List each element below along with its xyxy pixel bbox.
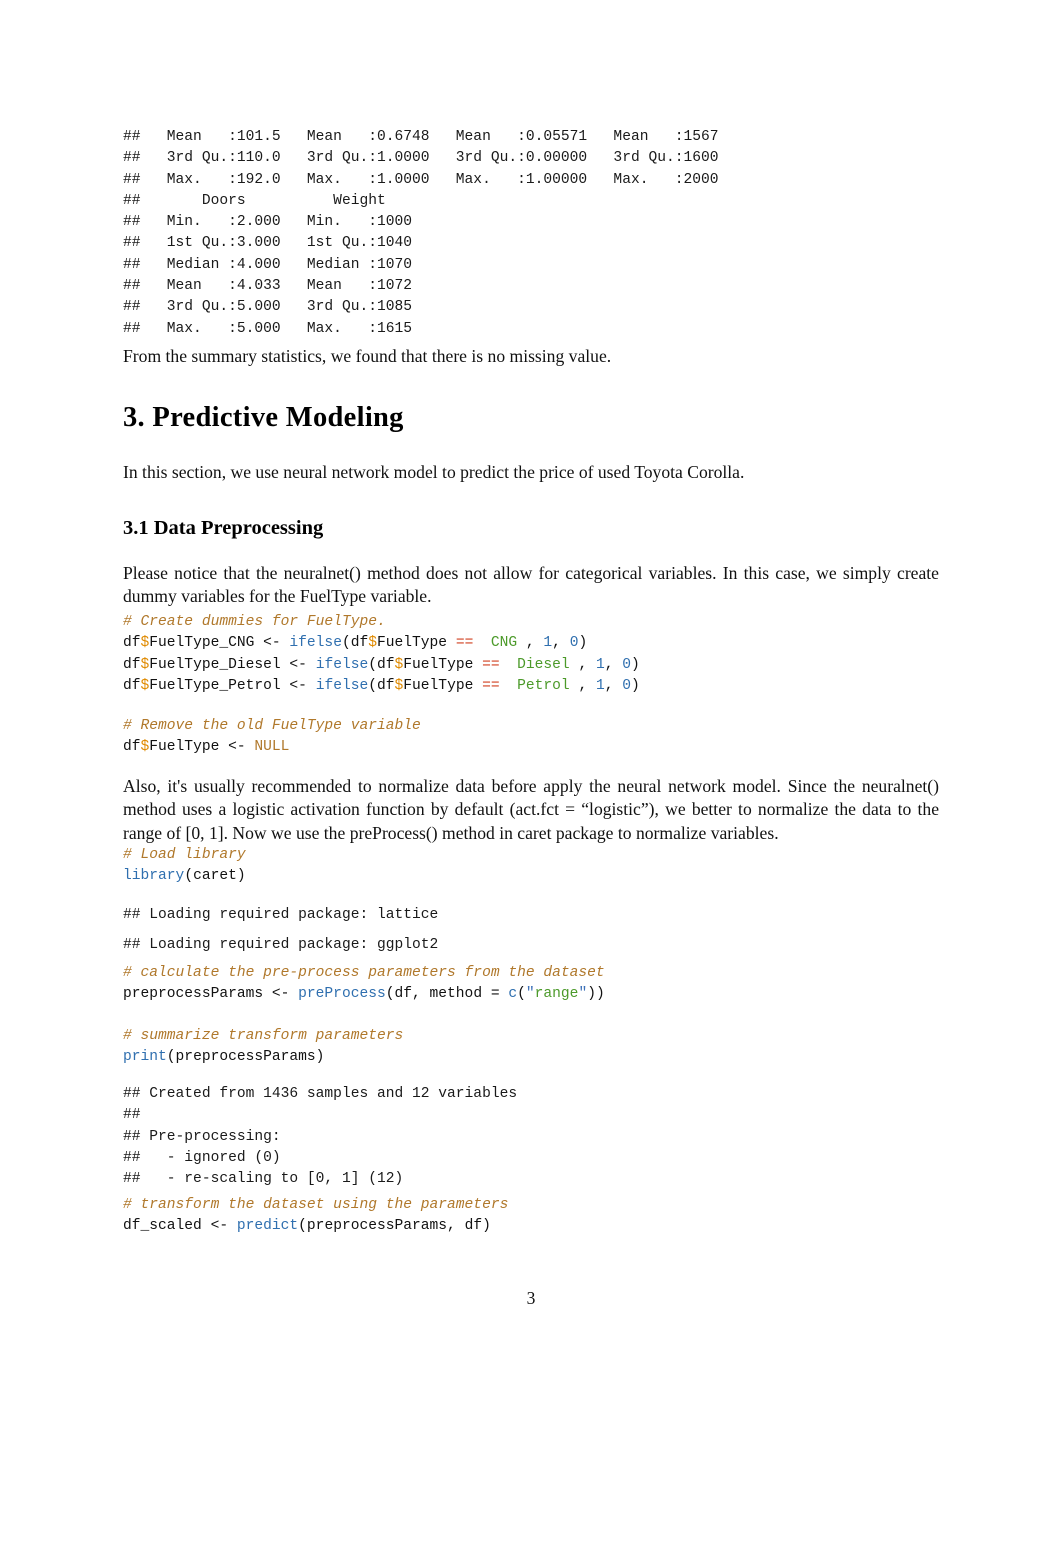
code-block-remove-fueltype: # Remove the old FuelType variable df$Fu… [123,716,421,759]
code-function: ifelse [289,635,342,652]
code-quote: " [525,986,535,1003]
code-function: predict [236,1218,299,1235]
dollar-operator: $ [140,677,150,694]
code-number: 1 [595,677,605,694]
code-token: FuelType [403,677,483,694]
code-block-load-library: # Load library library(caret) [123,845,246,888]
output-preprocess-summary: ## Created from 1436 samples and 12 vari… [123,1086,518,1188]
code-token: , [578,677,596,694]
code-token: df [123,635,141,652]
equality-operator: == [482,656,500,673]
code-token: , [604,656,623,673]
code-token: = [482,986,509,1003]
heading-section-3-1: 3.1 Data Preprocessing [123,517,324,539]
dollar-operator: $ [394,677,404,694]
code-function: c [508,986,518,1003]
code-function: print [123,1049,167,1066]
equality-operator: == [482,677,500,694]
code-token: (preprocessParams) [166,1049,325,1066]
code-token: FuelType_Petrol [149,677,281,694]
code-token: , [578,656,596,673]
code-string: CNG [473,635,526,652]
paragraph-section-intro: In this section, we use neural network m… [123,462,745,482]
output-loading-ggplot2: ## Loading required package: ggplot2 [123,937,439,953]
code-string: Diesel [499,656,579,673]
code-token: )) [587,986,605,1003]
summary-statistics-output: ## Mean :101.5 Mean :0.6748 Mean :0.0557… [123,129,719,337]
code-string: Petrol [499,677,579,694]
dollar-operator: $ [140,739,150,756]
heading-section-3: 3. Predictive Modeling [123,402,404,433]
code-token: , [552,635,570,652]
code-token: ) [631,656,640,673]
code-comment: # summarize transform parameters [123,1028,404,1044]
code-token: (df [341,635,369,652]
code-number: 0 [622,656,632,673]
dollar-operator: $ [140,635,150,652]
code-token: FuelType [149,739,220,756]
paragraph-no-missing-value: From the summary statistics, we found th… [123,346,612,366]
dollar-operator: $ [368,635,377,652]
code-function: library [123,868,185,885]
code-token: , [604,677,623,694]
code-quote: " [578,986,588,1003]
code-token: (df, [385,986,430,1003]
code-token: ) [631,677,640,694]
code-token: df [123,739,141,756]
code-comment: # calculate the pre-process parameters f… [123,965,605,981]
code-token: df_scaled <- [123,1218,237,1235]
code-token: <- [280,656,316,673]
code-token: FuelType [377,635,456,652]
code-token: (caret) [184,868,246,885]
code-token: (df [368,656,395,673]
code-function: preProcess [298,986,386,1003]
code-token: <- [219,739,255,756]
code-token: df [123,677,141,694]
equality-operator: == [455,635,474,652]
code-token: <- [254,635,290,652]
code-comment: # Load library [123,847,246,863]
dollar-operator: $ [140,656,150,673]
paragraph-normalize-note: Also, it's usually recommended to normal… [123,776,939,843]
code-token: (df [368,677,395,694]
code-comment: # Create dummies for FuelType. [123,614,386,630]
code-token: FuelType [403,656,483,673]
code-token: FuelType_CNG [149,635,255,652]
code-block-preprocess-params: # calculate the pre-process parameters f… [123,963,605,1006]
code-function: ifelse [315,656,369,673]
code-number: 1 [543,635,553,652]
output-loading-lattice: ## Loading required package: lattice [123,907,439,923]
code-token: (preprocessParams, df) [298,1218,491,1235]
code-token: ( [517,986,526,1003]
code-number: 1 [595,656,605,673]
dollar-operator: $ [394,656,404,673]
code-token: FuelType_Diesel [149,656,281,673]
page-number: 3 [526,1288,536,1308]
code-token: <- [280,677,316,694]
code-number: 0 [622,677,632,694]
paragraph-categorical-notice: Please notice that the neuralnet() metho… [123,563,939,607]
code-block-create-dummies: # Create dummies for FuelType. df$FuelTy… [123,612,640,697]
code-function: ifelse [315,677,369,694]
code-string: range [534,986,579,1003]
code-token: df [123,656,141,673]
code-constant-null: NULL [254,739,290,756]
code-token: ) [578,635,588,652]
code-token: , [525,635,544,652]
code-token: preprocessParams <- [123,986,299,1003]
code-comment: # transform the dataset using the parame… [123,1197,509,1213]
code-block-transform-dataset: # transform the dataset using the parame… [123,1195,508,1238]
code-comment: # Remove the old FuelType variable [123,718,421,734]
code-argument: method [429,986,483,1003]
code-block-print-params: # summarize transform parameters print(p… [123,1026,403,1069]
